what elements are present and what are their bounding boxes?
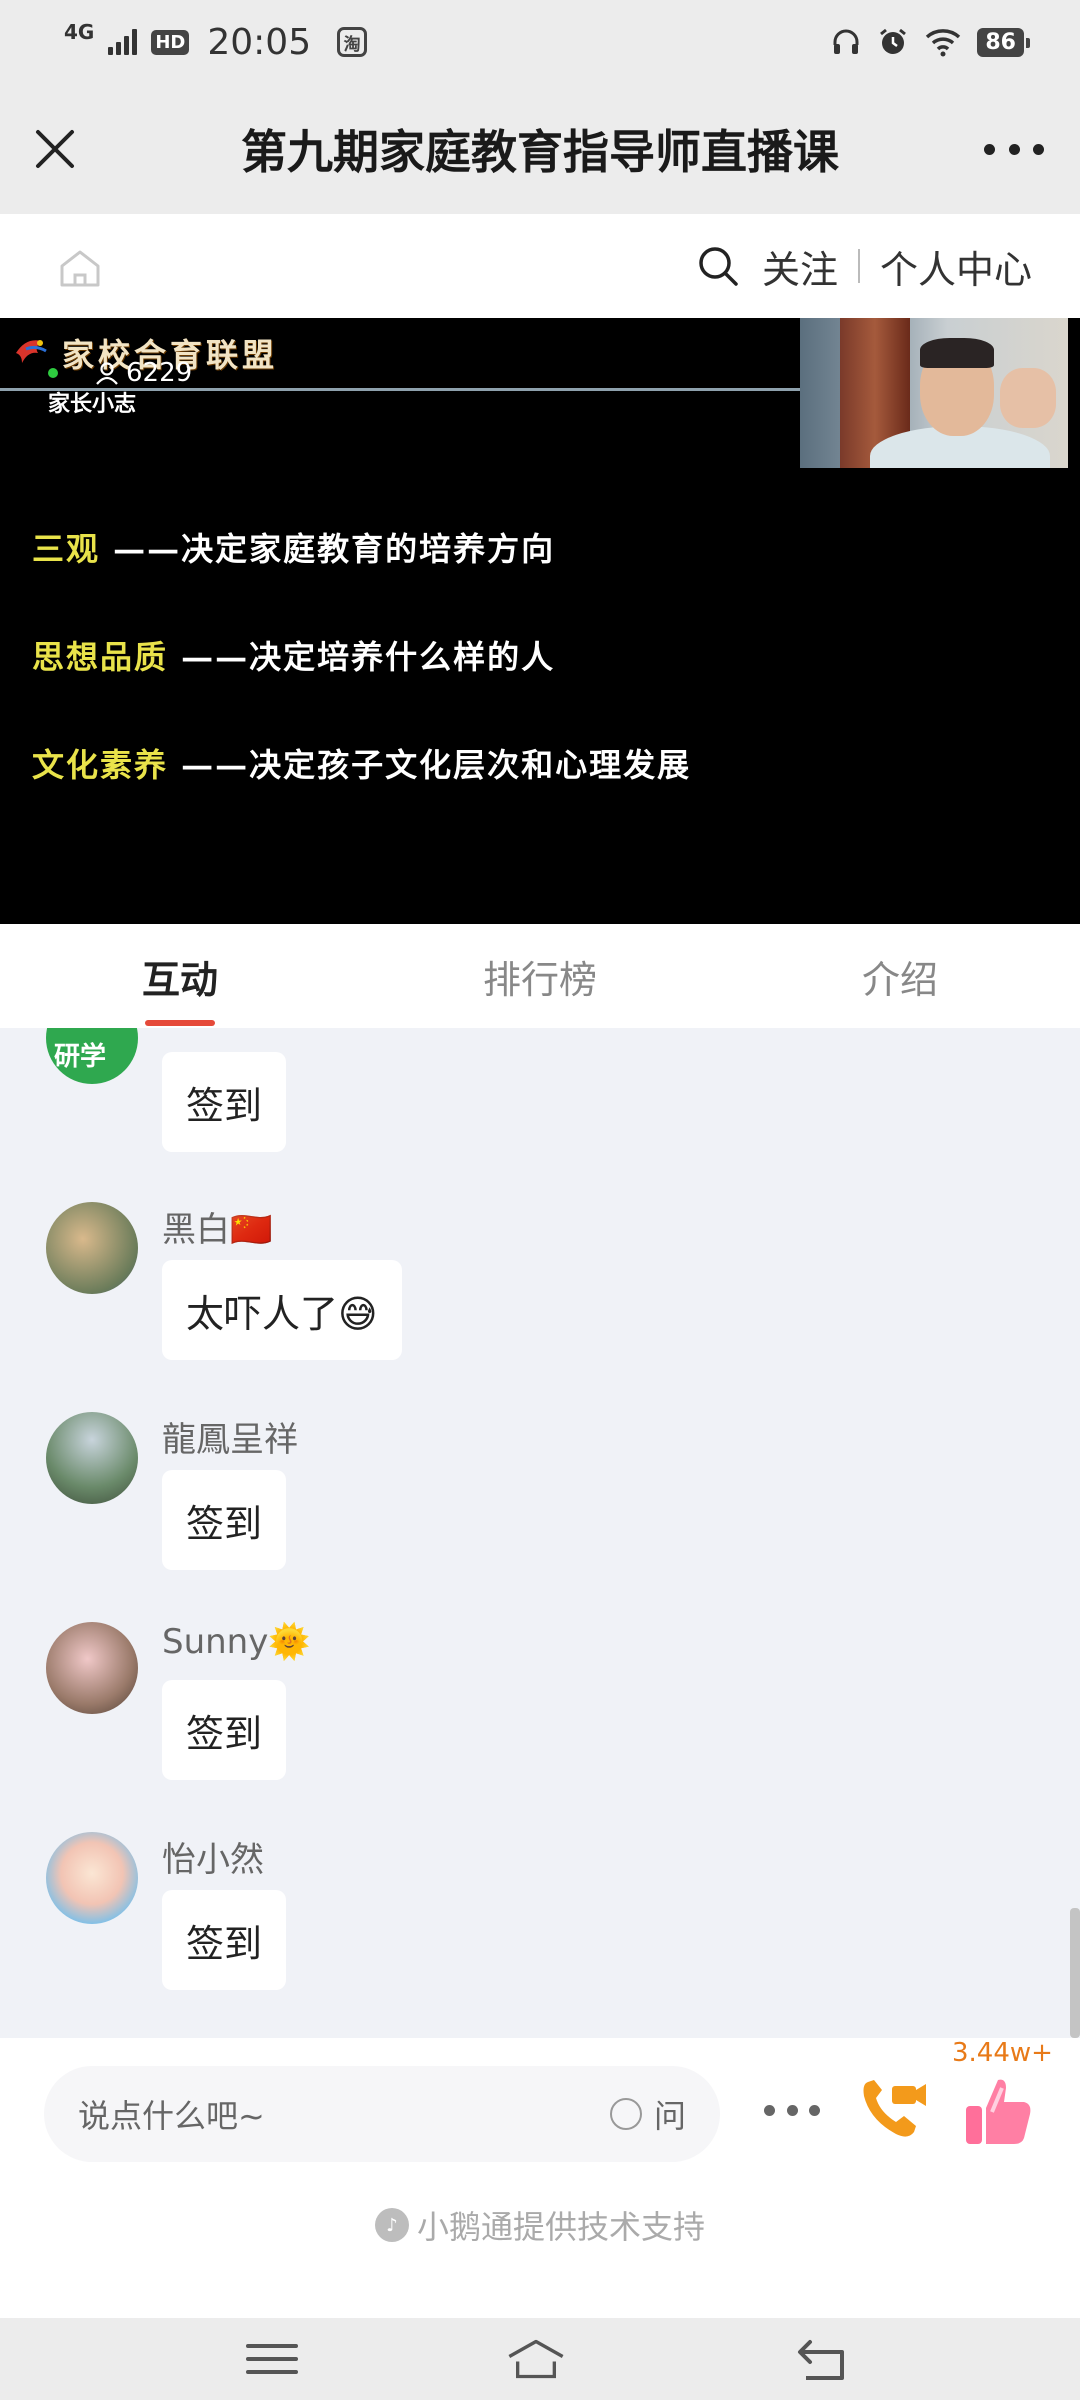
close-icon[interactable]	[30, 124, 80, 174]
avatar[interactable]	[46, 1202, 138, 1294]
back-icon[interactable]	[792, 2330, 852, 2388]
person-icon	[96, 362, 118, 385]
slide-line-1-key: 三观	[32, 530, 101, 568]
bottom-bar: 说点什么吧~ 问 3.44w+ ♪ 小鹅通提供技术支持	[0, 2038, 1080, 2318]
follow-link[interactable]: 关注	[762, 239, 838, 294]
ask-question-toggle[interactable]: 问	[609, 2091, 686, 2137]
tab-interaction[interactable]: 互动	[0, 924, 360, 1028]
nickname: 怡小然	[162, 1840, 264, 1880]
live-indicator-dot	[48, 368, 58, 378]
slide-line-3: 文化素养 ——决定孩子文化层次和心理发展	[32, 740, 691, 786]
nickname: 黑白🇨🇳	[162, 1210, 273, 1250]
signal-icon	[108, 29, 138, 55]
thumbs-up-icon[interactable]	[962, 2072, 1034, 2148]
avatar[interactable]	[46, 1412, 138, 1504]
live-video-player[interactable]: 家校合育联盟 6229 家长小志 三观 ——决定家庭教育的培养方向 思想品质 —…	[0, 318, 1080, 924]
comment-input[interactable]: 说点什么吧~ 问	[44, 2066, 720, 2162]
status-bar: 4G HD 20:05 淘 86	[0, 0, 1080, 84]
avatar[interactable]	[46, 1832, 138, 1924]
chat-scrollbar[interactable]	[1070, 1908, 1080, 2038]
wifi-icon	[926, 29, 961, 57]
radio-icon	[609, 2098, 642, 2130]
avatar[interactable]: 研学	[46, 1028, 138, 1084]
more-menu-button[interactable]	[984, 124, 1044, 174]
menu-icon[interactable]	[242, 2330, 302, 2388]
tab-introduction[interactable]: 介绍	[720, 924, 1080, 1028]
nickname: 龍鳳呈祥	[162, 1420, 298, 1460]
more-options-button[interactable]	[764, 2100, 820, 2120]
slide-line-2: 思想品质 ——决定培养什么样的人	[32, 632, 555, 678]
clock: 20:05	[207, 21, 312, 63]
viewer-count-value: 6229	[126, 358, 193, 388]
message-bubble[interactable]: 太吓人了😅	[162, 1260, 402, 1360]
message-bubble[interactable]: 签到	[162, 1680, 287, 1780]
tab-bar: 互动 排行榜 介绍	[0, 924, 1080, 1028]
home-icon[interactable]	[58, 248, 102, 288]
presenter-camera-pip[interactable]	[800, 318, 1068, 468]
slide-line-1-text: ——决定家庭教育的培养方向	[113, 530, 556, 568]
home-nav-icon[interactable]	[506, 2330, 566, 2388]
message-bubble[interactable]: 签到	[162, 1052, 287, 1152]
alarm-icon	[880, 28, 907, 54]
headphones-icon	[833, 29, 859, 54]
slide-line-3-text: ——决定孩子文化层次和心理发展	[181, 746, 692, 784]
slide-line-2-text: ——决定培养什么样的人	[181, 638, 556, 676]
video-call-icon[interactable]	[858, 2074, 930, 2144]
message-bubble[interactable]: 签到	[162, 1890, 287, 1990]
powered-by-text: 小鹅通提供技术支持	[416, 2208, 705, 2246]
chat-list[interactable]: 研学 签到 黑白🇨🇳 太吓人了😅 龍鳳呈祥 签到 Sunny🌞 签到 怡小然 签…	[0, 1028, 1080, 2038]
avatar-label: 研学	[54, 1042, 107, 1072]
avatar[interactable]	[46, 1622, 138, 1714]
logo-bird-icon	[16, 340, 47, 363]
viewer-count: 6229	[94, 358, 192, 388]
comment-input-placeholder: 说点什么吧~	[78, 2097, 265, 2135]
battery-indicator: 86	[977, 27, 1030, 57]
like-count: 3.44w+	[952, 2038, 1053, 2068]
sub-navigation: 关注 个人中心	[0, 214, 1080, 318]
network-type: 4G	[64, 20, 95, 44]
slide-line-1: 三观 ——决定家庭教育的培养方向	[32, 524, 555, 570]
search-icon[interactable]	[696, 244, 740, 288]
video-sub-caption: 家长小志	[48, 392, 137, 417]
slide-line-2-key: 思想品质	[32, 638, 169, 676]
ask-question-label: 问	[653, 2097, 686, 2135]
title-bar: 第九期家庭教育指导师直播课	[0, 84, 1080, 214]
tab-leaderboard[interactable]: 排行榜	[360, 924, 720, 1028]
profile-center-link[interactable]: 个人中心	[880, 239, 1032, 294]
system-navigation-bar	[0, 2318, 1080, 2400]
nickname: Sunny🌞	[162, 1622, 311, 1662]
powered-by-notice: ♪ 小鹅通提供技术支持	[0, 2202, 1080, 2248]
message-bubble[interactable]: 签到	[162, 1470, 287, 1570]
xiaoe-logo-icon: ♪	[374, 2208, 409, 2242]
hd-badge: HD	[151, 29, 190, 55]
slide-line-3-key: 文化素养	[32, 746, 169, 784]
taobao-notification-icon: 淘	[337, 27, 368, 57]
page-title: 第九期家庭教育指导师直播课	[241, 125, 839, 179]
divider	[857, 249, 860, 283]
